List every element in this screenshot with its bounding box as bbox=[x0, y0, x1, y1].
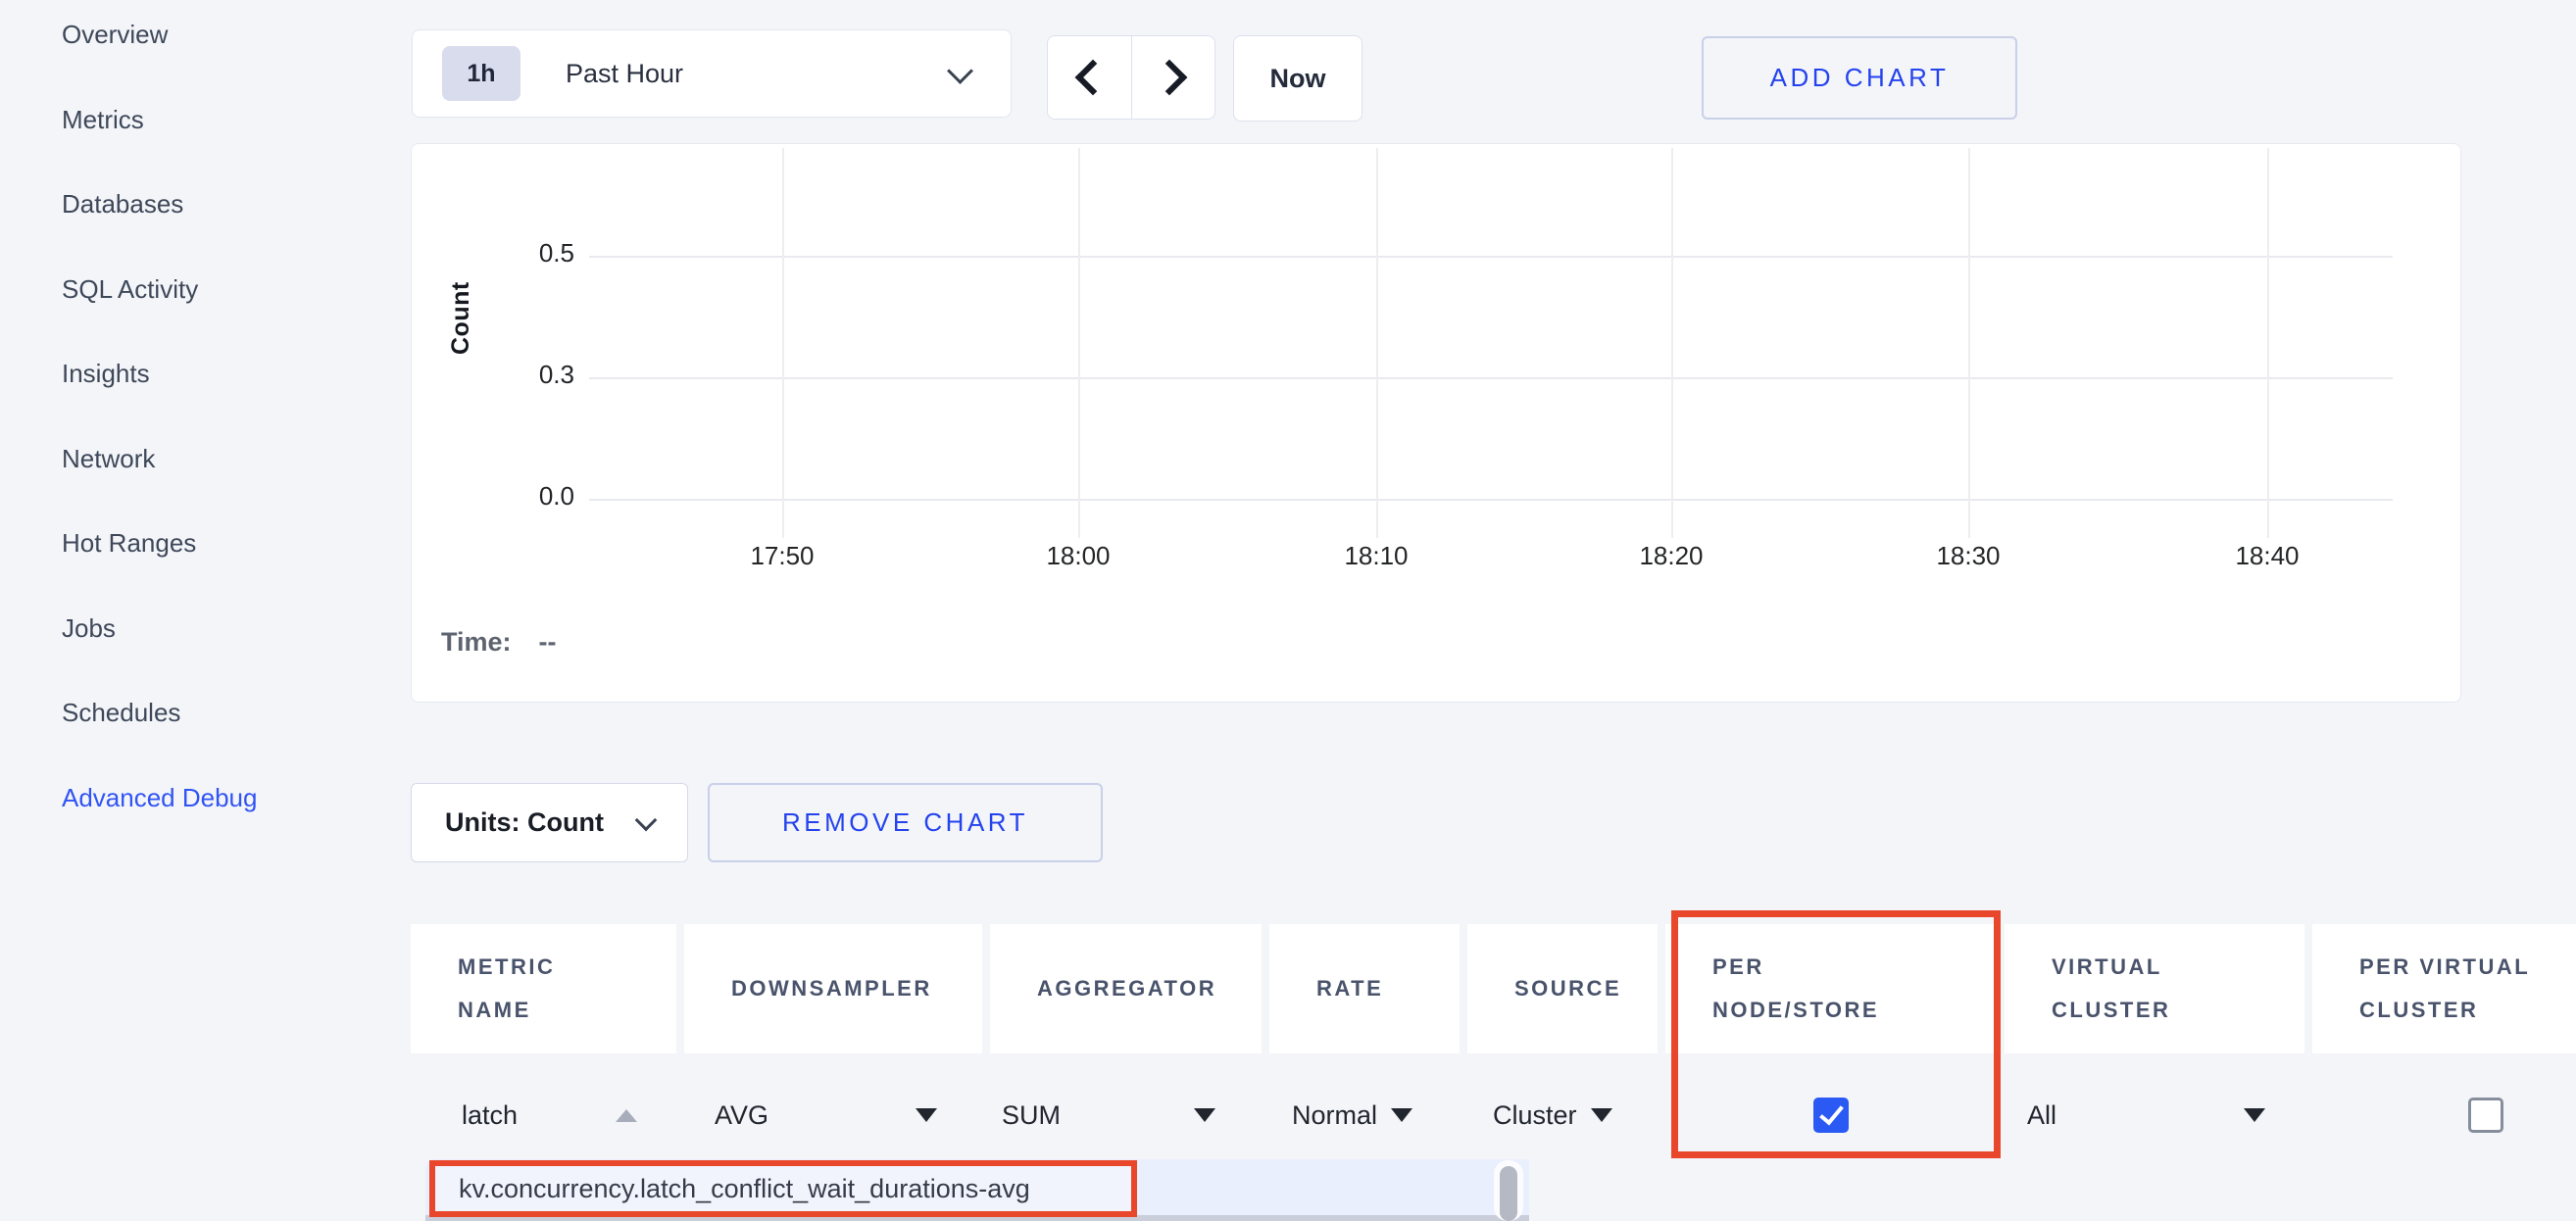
sidebar-item-network[interactable]: Network bbox=[62, 444, 155, 474]
time-range-selector[interactable]: 1h Past Hour bbox=[412, 29, 1012, 118]
v-gridline bbox=[1671, 148, 1673, 538]
caret-down-icon bbox=[1391, 1108, 1412, 1122]
virtual-cluster-value: All bbox=[2027, 1100, 2056, 1131]
chevron-right-icon bbox=[1151, 60, 1187, 96]
header-downsampler: DOWNSAMPLER bbox=[684, 924, 982, 1053]
sidebar-item-insights[interactable]: Insights bbox=[62, 359, 150, 389]
advanced-debug-custom-chart-page: Overview Metrics Databases SQL Activity … bbox=[0, 0, 2576, 1221]
per-node-store-checkbox[interactable] bbox=[1813, 1098, 1849, 1133]
chevron-down-icon bbox=[635, 808, 658, 831]
sidebar-item-overview[interactable]: Overview bbox=[62, 20, 168, 50]
x-tick-label: 17:50 bbox=[714, 541, 851, 571]
y-tick-label: 0.0 bbox=[480, 481, 574, 512]
x-tick-label: 18:30 bbox=[1900, 541, 2037, 571]
v-gridline bbox=[1968, 148, 1970, 538]
rate-select[interactable]: Normal bbox=[1269, 1078, 1460, 1152]
downsampler-value: AVG bbox=[715, 1100, 768, 1131]
sidebar-item-jobs[interactable]: Jobs bbox=[62, 613, 116, 644]
h-gridline bbox=[589, 256, 2393, 258]
metric-name-value: latch bbox=[462, 1100, 518, 1131]
header-rate: RATE bbox=[1269, 924, 1460, 1053]
add-chart-button[interactable]: ADD CHART bbox=[1702, 36, 2017, 120]
sidebar-item-hot-ranges[interactable]: Hot Ranges bbox=[62, 528, 196, 559]
h-gridline bbox=[589, 377, 2393, 379]
chevron-down-icon bbox=[947, 58, 973, 84]
sidebar-item-metrics[interactable]: Metrics bbox=[62, 105, 144, 135]
range-back-button[interactable] bbox=[1048, 36, 1132, 119]
hover-time-readout: Time: -- bbox=[441, 627, 557, 658]
header-per-virtual-cluster: PER VIRTUAL CLUSTER bbox=[2312, 924, 2576, 1053]
time-label: Time: bbox=[441, 627, 512, 658]
aggregator-value: SUM bbox=[1002, 1100, 1061, 1131]
check-icon bbox=[1819, 1100, 1844, 1126]
chevron-left-icon bbox=[1075, 60, 1112, 96]
caret-down-icon bbox=[2244, 1108, 2265, 1122]
v-gridline bbox=[1376, 148, 1378, 538]
units-dropdown[interactable]: Units: Count bbox=[411, 783, 688, 862]
custom-chart-card: Count 0.5 0.3 0.0 17:50 18:00 18:10 18:20 18:30… bbox=[411, 143, 2461, 703]
y-tick-label: 0.3 bbox=[480, 360, 574, 390]
metric-dropdown-option-highlighted[interactable]: kv.concurrency.latch_conflict_wait_durat… bbox=[429, 1160, 1137, 1217]
downsampler-select[interactable]: AVG bbox=[684, 1078, 982, 1152]
range-step-buttons bbox=[1047, 35, 1215, 120]
now-button[interactable]: Now bbox=[1233, 35, 1362, 122]
header-virtual-cluster: VIRTUAL CLUSTER bbox=[2005, 924, 2304, 1053]
time-value: -- bbox=[539, 627, 557, 658]
caret-down-icon bbox=[1591, 1108, 1612, 1122]
sidebar-item-sql-activity[interactable]: SQL Activity bbox=[62, 274, 198, 305]
sidebar-item-advanced-debug[interactable]: Advanced Debug bbox=[62, 783, 257, 813]
v-gridline bbox=[1078, 148, 1080, 538]
aggregator-select[interactable]: SUM bbox=[990, 1078, 1262, 1152]
x-tick-label: 18:10 bbox=[1308, 541, 1445, 571]
header-metric-name: METRIC NAME bbox=[411, 924, 676, 1053]
metric-name-input[interactable]: latch bbox=[411, 1078, 676, 1152]
h-gridline bbox=[589, 499, 2393, 501]
per-node-store-cell bbox=[1665, 1078, 1997, 1152]
x-tick-label: 18:20 bbox=[1603, 541, 1740, 571]
y-tick-label: 0.5 bbox=[480, 238, 574, 269]
rate-value: Normal bbox=[1292, 1100, 1377, 1131]
x-tick-label: 18:00 bbox=[1010, 541, 1147, 571]
remove-chart-button[interactable]: REMOVE CHART bbox=[708, 783, 1103, 862]
x-tick-label: 18:40 bbox=[2199, 541, 2336, 571]
header-aggregator: AGGREGATOR bbox=[990, 924, 1262, 1053]
range-label: Past Hour bbox=[566, 59, 683, 89]
header-source: SOURCE bbox=[1467, 924, 1658, 1053]
source-value: Cluster bbox=[1493, 1100, 1577, 1131]
source-select[interactable]: Cluster bbox=[1467, 1078, 1658, 1152]
v-gridline bbox=[2267, 148, 2269, 538]
units-dropdown-label: Units: Count bbox=[445, 807, 604, 838]
v-gridline bbox=[782, 148, 784, 538]
header-per-node-store: PER NODE/STORE bbox=[1665, 924, 1997, 1053]
per-virtual-cluster-checkbox[interactable] bbox=[2468, 1098, 2503, 1133]
sort-asc-icon bbox=[616, 1109, 637, 1122]
sidebar-item-schedules[interactable]: Schedules bbox=[62, 698, 180, 728]
caret-down-icon bbox=[916, 1108, 937, 1122]
virtual-cluster-select[interactable]: All bbox=[2005, 1078, 2304, 1152]
per-virtual-cluster-cell bbox=[2312, 1078, 2576, 1152]
sidebar-item-databases[interactable]: Databases bbox=[62, 189, 183, 220]
range-preset-badge: 1h bbox=[442, 46, 520, 101]
y-axis-label: Count bbox=[447, 198, 475, 355]
caret-down-icon bbox=[1194, 1108, 1215, 1122]
range-forward-button[interactable] bbox=[1132, 36, 1215, 119]
dropdown-scrollbar-thumb[interactable] bbox=[1500, 1166, 1517, 1221]
